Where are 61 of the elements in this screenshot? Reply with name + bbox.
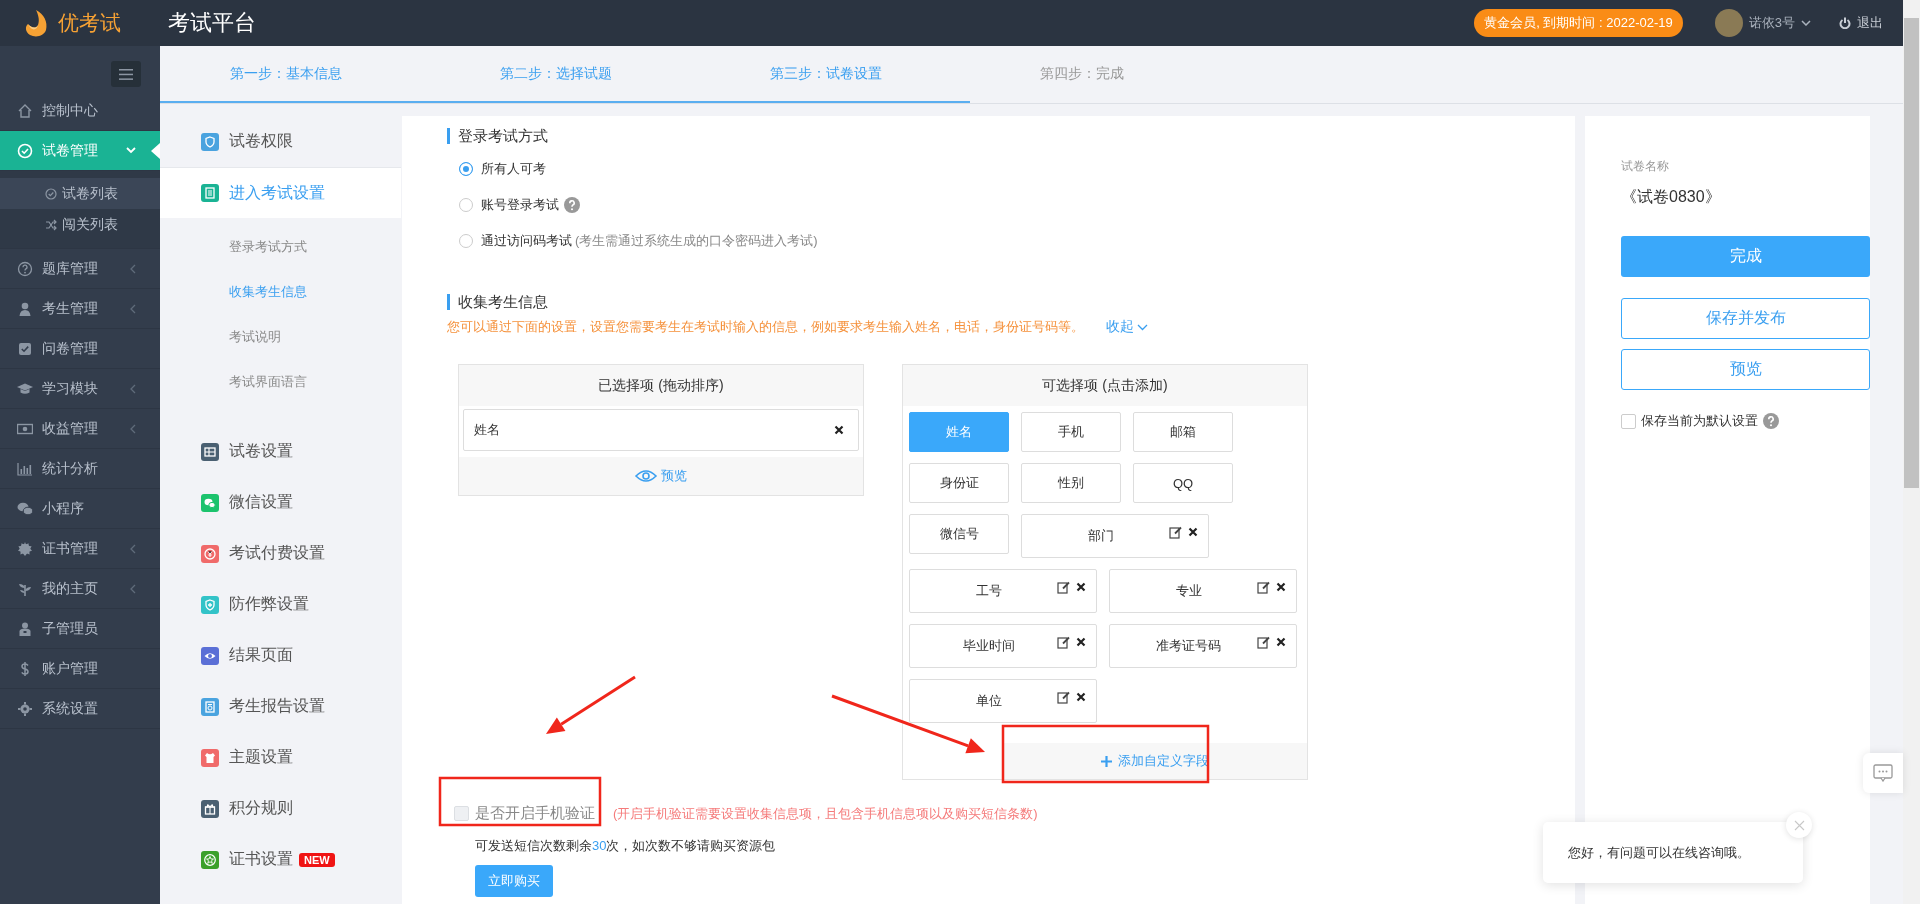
field-option[interactable]: 毕业时间 [909,624,1097,668]
sidebar-item[interactable]: 收益管理 [0,409,160,449]
new-badge: NEW [299,852,335,867]
settings-nav-item[interactable]: 试卷权限 [160,116,401,167]
settings-nav-item[interactable]: 主题设置 [160,732,401,783]
sidebar-item[interactable]: 题库管理 [0,249,160,289]
settings-subitem[interactable]: 登录考试方式 [160,224,401,269]
membership-badge: 黄金会员, 到期时间 : 2022-02-19 [1474,9,1683,37]
field-option[interactable]: 手机 [1021,412,1121,452]
radio-label[interactable]: 通过访问码考试 [481,232,572,250]
field-option[interactable]: 微信号 [909,514,1009,554]
radio-label[interactable]: 账号登录考试 [481,196,559,214]
settings-nav-item[interactable]: 防作弊设置 [160,579,401,630]
hint-text: 您可以通过下面的设置，设置您需要考生在考试时输入的信息，例如要求考生输入姓名，电话，身份证号码等。 [447,318,1084,336]
checkbox-label[interactable]: 保存当前为默认设置 [1641,412,1758,430]
sidebar-item[interactable]: 我的主页 [0,569,160,609]
sidebar-subitem[interactable]: 闯关列表 [0,209,160,240]
section-heading: 登录考试方式 [447,128,548,144]
radio-label[interactable]: 所有人可考 [481,160,546,178]
sidebar-item[interactable]: 统计分析 [0,449,160,489]
logout-button[interactable]: 退出 [1839,14,1883,32]
settings-nav-item[interactable]: 微信设置 [160,477,401,528]
field-option[interactable]: 性别 [1021,463,1121,503]
sidebar-item[interactable]: 考生管理 [0,289,160,329]
field-option[interactable]: QQ [1133,463,1233,503]
sidebar-item[interactable]: 问卷管理 [0,329,160,369]
field-option[interactable]: 工号 [909,569,1097,613]
settings-nav-item[interactable]: 试卷设置 [160,426,401,477]
settings-nav-item[interactable]: 考试付费设置 [160,528,401,579]
settings-subitem[interactable]: 考试界面语言 [160,359,401,404]
field-option[interactable]: 邮箱 [1133,412,1233,452]
sidebar-item[interactable]: 小程序 [0,489,160,529]
sidebar-item[interactable]: 证书管理 [0,529,160,569]
field-label: 试卷名称 [1621,158,1669,175]
settings-nav-item[interactable]: 积分规则 [160,783,401,834]
settings-nav-item[interactable]: 考生报告设置 [160,681,401,732]
sidebar-item[interactable]: 学习模块 [0,369,160,409]
option-note: (考生需通过系统生成的口令密码进入考试) [575,232,818,250]
user-menu[interactable]: 诺依3号 [1714,9,1811,37]
settings-nav-item[interactable]: 证书设置 NEW [160,834,401,885]
section-heading: 收集考生信息 [447,294,548,310]
hint-text: (开启手机验证需要设置收集信息项，且包含手机信息项以及购买短信条数) [613,804,1038,823]
app-title: 考试平台 [168,9,256,37]
field-option[interactable]: 准考证号码 [1109,624,1297,668]
sidebar-item[interactable]: 子管理员 [0,609,160,649]
logo-text: 优考试 [58,10,121,36]
settings-subitem[interactable]: 考试说明 [160,314,401,359]
chat-message: 您好，有问题可以在线咨询哦。 [1568,843,1750,862]
sidebar-subitem[interactable]: 试卷列表 [0,178,160,209]
field-option[interactable]: 专业 [1109,569,1297,613]
panel-header: 可选择项 (点击添加) [903,365,1307,406]
sidebar-item[interactable]: 系统设置 [0,689,160,729]
sms-balance-text: 可发送短信次数剩余30次，如次数不够请购买资源包 [474,837,777,855]
sidebar-item[interactable]: 账户管理 [0,649,160,689]
exam-name: 《试卷0830》 [1621,187,1721,207]
field-option[interactable]: 单位 [909,679,1097,723]
settings-nav-item[interactable]: 结果页面 [160,630,401,681]
selected-field[interactable]: 姓名 [463,409,859,451]
field-option[interactable]: 部门 [1021,514,1209,558]
panel-header: 已选择项 (拖动排序) [459,365,863,406]
field-option[interactable]: 身份证 [909,463,1009,503]
